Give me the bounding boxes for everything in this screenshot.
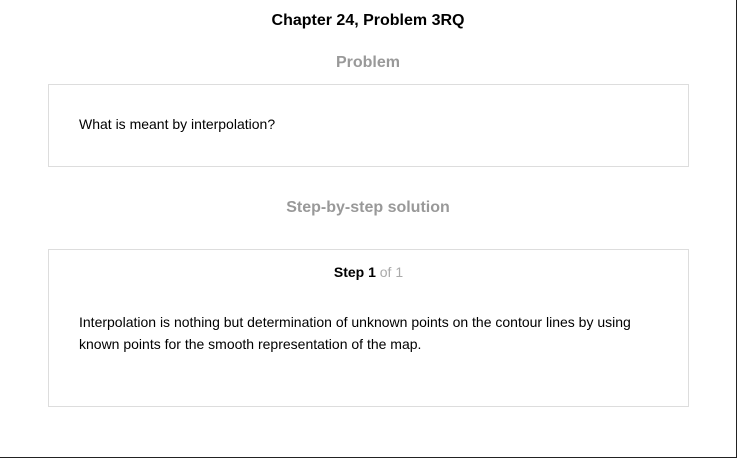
step-label: Step 1	[333, 264, 376, 280]
chapter-title: Chapter 24, Problem 3RQ	[271, 12, 465, 29]
solution-text: Interpolation is nothing but determinati…	[79, 314, 631, 352]
problem-text: What is meant by interpolation?	[79, 116, 276, 132]
step-total: of 1	[379, 264, 404, 280]
solution-heading: Step-by-step solution	[286, 199, 450, 216]
solution-page: Chapter 24, Problem 3RQ Problem What is …	[0, 0, 737, 458]
problem-box: What is meant by interpolation?	[48, 84, 689, 167]
solution-box: Step 1 of 1 Interpolation is nothing but…	[48, 249, 689, 407]
problem-heading: Problem	[335, 54, 400, 71]
step-header: Step 1 of 1	[49, 264, 688, 280]
